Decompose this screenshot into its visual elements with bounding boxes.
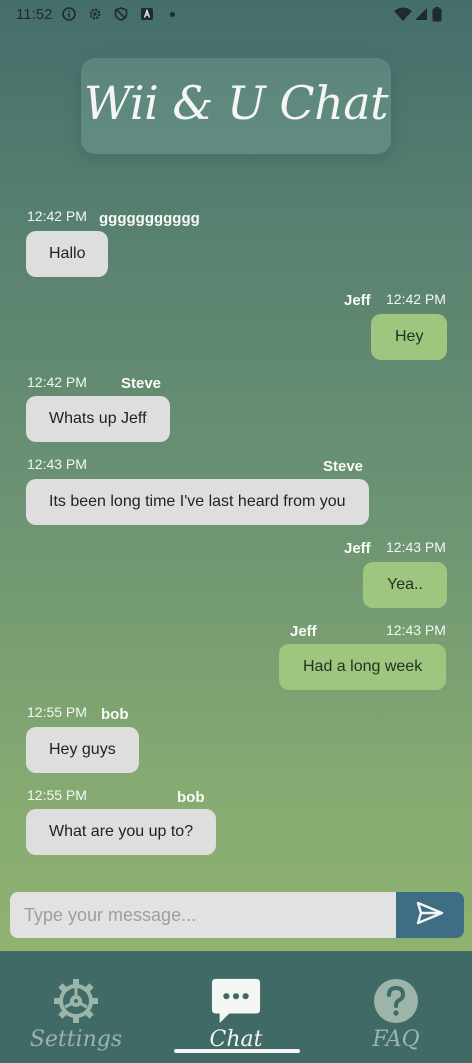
wifi-icon	[394, 7, 412, 21]
status-bar: 11:52	[0, 0, 472, 30]
app-header: Wii & U Chat	[81, 58, 391, 154]
message-sender: Jeff	[290, 623, 317, 640]
message-bubble[interactable]: What are you up to?	[26, 809, 217, 855]
send-arrow-icon	[416, 901, 444, 930]
app-notification-icon	[140, 7, 154, 21]
message-composer	[10, 892, 464, 938]
bottom-navigation: Settings Chat FAQ	[0, 951, 472, 1063]
message-sender: Jeff	[344, 540, 371, 557]
dot-icon	[170, 12, 175, 17]
message-time: 12:42 PM	[386, 291, 446, 307]
message-bubble[interactable]: Hey guys	[26, 727, 139, 773]
app-title: Wii & U Chat	[83, 76, 389, 130]
info-icon	[62, 7, 76, 21]
cellular-signal-icon	[414, 7, 428, 21]
message-bubble[interactable]: Had a long week	[279, 644, 447, 690]
vpn-shield-icon	[114, 7, 128, 21]
chat-bubble-icon	[210, 975, 262, 1027]
message-time: 12:43 PM	[27, 456, 87, 472]
message-time: 12:43 PM	[386, 539, 446, 555]
active-tab-indicator	[174, 1049, 300, 1053]
chat-screen: 11:52 Wii & U Chat 12:42 PM ggggggggggg …	[0, 0, 472, 1063]
nav-item-chat[interactable]: Chat	[166, 951, 306, 1063]
message-sender: ggggggggggg	[99, 210, 200, 227]
message-bubble[interactable]: Yea..	[363, 562, 447, 608]
message-bubble[interactable]: Hallo	[26, 231, 109, 277]
message-input[interactable]	[10, 892, 396, 938]
message-sender: Jeff	[344, 292, 371, 309]
status-time: 11:52	[16, 6, 53, 23]
message-bubble[interactable]: Whats up Jeff	[26, 396, 170, 442]
send-button[interactable]	[396, 892, 464, 938]
message-bubble[interactable]: Its been long time I've last heard from …	[26, 479, 369, 525]
message-sender: bob	[101, 706, 129, 723]
gear-icon	[50, 975, 102, 1027]
message-time: 12:42 PM	[27, 374, 87, 390]
message-time: 12:55 PM	[27, 787, 87, 803]
nav-item-settings[interactable]: Settings	[6, 951, 146, 1063]
nav-label: FAQ	[372, 1027, 420, 1052]
message-time: 12:55 PM	[27, 704, 87, 720]
question-circle-icon	[370, 975, 422, 1027]
message-sender: Steve	[121, 375, 162, 392]
nav-item-faq[interactable]: FAQ	[326, 951, 466, 1063]
message-bubble[interactable]: Hey	[371, 314, 448, 360]
message-time: 12:42 PM	[27, 208, 87, 224]
nav-label: Settings	[29, 1027, 123, 1052]
message-time: 12:43 PM	[386, 622, 446, 638]
message-sender: Steve	[323, 458, 364, 475]
settings-gear-icon	[88, 7, 102, 21]
message-sender: bob	[177, 789, 205, 806]
battery-icon	[432, 6, 442, 21]
